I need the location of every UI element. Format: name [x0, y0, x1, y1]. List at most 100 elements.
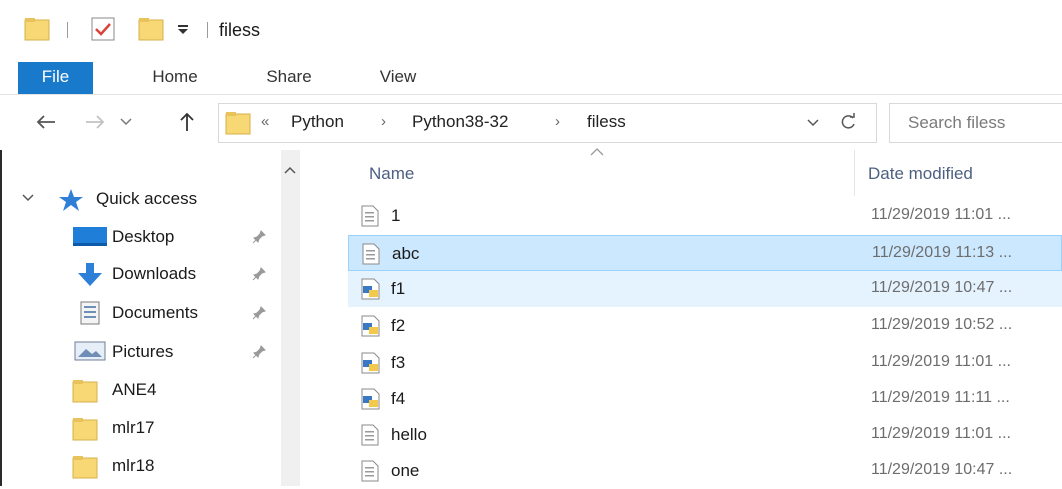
file-date: 11/29/2019 10:52 ...	[871, 316, 1013, 333]
chevron-down-icon	[807, 119, 819, 127]
file-name: f3	[391, 353, 406, 372]
refresh-icon	[841, 113, 855, 129]
ribbon-tabs: File Home Share View	[0, 62, 1062, 95]
text-file-icon	[360, 205, 380, 227]
address-bar[interactable]: « Python › Python38-32 › filess	[218, 103, 877, 143]
breadcrumb-python38-32[interactable]: Python38-32	[412, 112, 508, 132]
sidebar-item-label: Documents	[112, 303, 198, 322]
file-row-f3[interactable]: f3 11/29/2019 11:01 ...	[348, 345, 1062, 381]
star-icon	[59, 189, 83, 211]
sidebar-item-downloads[interactable]: Downloads	[62, 257, 277, 291]
address-history-dropdown[interactable]	[807, 119, 819, 127]
forward-arrow-icon	[86, 115, 105, 129]
sidebar-item-pictures[interactable]: Pictures	[62, 335, 277, 369]
scroll-up-arrow-icon	[284, 166, 296, 174]
window-edge	[0, 150, 2, 486]
python-file-icon	[360, 388, 382, 410]
file-row-f1[interactable]: f1 11/29/2019 10:47 ...	[348, 271, 1062, 307]
tab-file[interactable]: File	[18, 62, 93, 94]
sidebar-item-mlr17[interactable]: mlr17	[62, 411, 277, 445]
file-row-f4[interactable]: f4 11/29/2019 11:11 ...	[348, 381, 1062, 417]
text-file-icon	[360, 460, 380, 482]
back-arrow-icon	[36, 115, 55, 129]
tab-share[interactable]: Share	[247, 62, 331, 94]
properties-icon[interactable]	[90, 16, 116, 42]
sidebar-item-ane4[interactable]: ANE4	[62, 373, 277, 407]
python-file-icon	[360, 352, 382, 374]
column-date-label: Date modified	[868, 164, 973, 183]
python-file-icon	[360, 278, 382, 300]
quick-access-item[interactable]: Quick access	[58, 186, 278, 216]
pictures-icon	[72, 340, 108, 362]
file-name: one	[391, 461, 420, 480]
file-date: 11/29/2019 10:47 ...	[871, 279, 1013, 296]
file-date: 11/29/2019 11:13 ...	[872, 244, 1012, 261]
file-date: 11/29/2019 11:01 ...	[871, 425, 1011, 442]
file-row-1[interactable]: 1 11/29/2019 11:01 ...	[348, 198, 1062, 234]
text-file-icon	[360, 424, 380, 446]
file-name: f2	[391, 316, 406, 335]
navpane-scrollbar[interactable]	[281, 150, 300, 486]
file-name: f1	[391, 279, 406, 298]
back-button[interactable]	[28, 95, 64, 149]
pin-icon	[252, 230, 266, 244]
sidebar-item-label: mlr17	[112, 418, 155, 437]
file-row-f2[interactable]: f2 11/29/2019 10:52 ...	[348, 308, 1062, 344]
breadcrumb-separator[interactable]: ›	[555, 113, 560, 130]
file-row-hello[interactable]: hello 11/29/2019 11:01 ...	[348, 417, 1062, 453]
file-name: hello	[391, 425, 427, 444]
breadcrumb-python[interactable]: Python	[291, 112, 344, 132]
sidebar-item-desktop[interactable]: Desktop	[62, 220, 277, 254]
customize-toolbar-icon[interactable]	[176, 22, 190, 36]
up-button[interactable]	[172, 95, 202, 149]
forward-button[interactable]	[78, 95, 112, 149]
navigation-bar: « Python › Python38-32 › filess Search f…	[0, 95, 1062, 149]
folder-icon	[72, 416, 98, 442]
pin-icon	[252, 306, 266, 320]
column-divider[interactable]	[854, 150, 855, 196]
file-row-one[interactable]: one 11/29/2019 10:47 ...	[348, 453, 1062, 489]
pin-icon	[252, 267, 266, 281]
breadcrumb-separator[interactable]: ›	[381, 113, 386, 130]
sidebar-item-label: ANE4	[112, 380, 157, 399]
file-name: f4	[391, 389, 406, 408]
sidebar-item-label: Desktop	[112, 227, 175, 246]
desktop-icon	[72, 225, 108, 249]
new-folder-icon[interactable]	[138, 16, 164, 42]
up-arrow-icon	[180, 112, 194, 131]
window-title: filess	[219, 20, 261, 40]
column-header-date-modified[interactable]: Date modified	[858, 152, 1062, 196]
search-placeholder: Search filess	[908, 113, 1006, 132]
folder-icon[interactable]	[24, 16, 50, 42]
folder-icon	[72, 378, 98, 404]
breadcrumb-filess[interactable]: filess	[587, 112, 626, 132]
sort-ascending-icon	[590, 148, 604, 156]
sidebar-item-label: Downloads	[112, 264, 197, 283]
file-name: abc	[392, 244, 420, 263]
quick-access-expander[interactable]	[22, 194, 34, 202]
tab-view[interactable]: View	[360, 62, 436, 94]
folder-icon	[225, 110, 251, 136]
search-box[interactable]: Search filess	[889, 103, 1062, 143]
pin-icon	[252, 345, 266, 359]
file-name: 1	[391, 206, 401, 225]
sidebar-item-label: Pictures	[112, 342, 174, 361]
python-file-icon	[360, 315, 382, 337]
documents-icon	[72, 301, 108, 325]
recent-locations-button[interactable]	[112, 95, 140, 149]
chevron-down-icon	[120, 118, 132, 126]
title-bar: filess	[0, 0, 1062, 62]
sidebar-item-documents[interactable]: Documents	[62, 296, 277, 330]
file-date: 11/29/2019 11:01 ...	[871, 206, 1011, 223]
column-header-name[interactable]: Name	[360, 148, 850, 196]
chevron-down-icon	[22, 194, 34, 202]
breadcrumb-overflow[interactable]: «	[261, 113, 269, 130]
refresh-button[interactable]	[839, 113, 857, 131]
column-name-label: Name	[369, 164, 415, 183]
folder-icon	[72, 454, 98, 480]
sidebar-item-mlr18[interactable]: mlr18	[62, 449, 277, 483]
tab-home[interactable]: Home	[133, 62, 217, 94]
quick-access-label: Quick access	[96, 189, 198, 208]
text-file-icon	[361, 243, 381, 265]
file-row-abc[interactable]: abc 11/29/2019 11:13 ...	[348, 235, 1062, 271]
